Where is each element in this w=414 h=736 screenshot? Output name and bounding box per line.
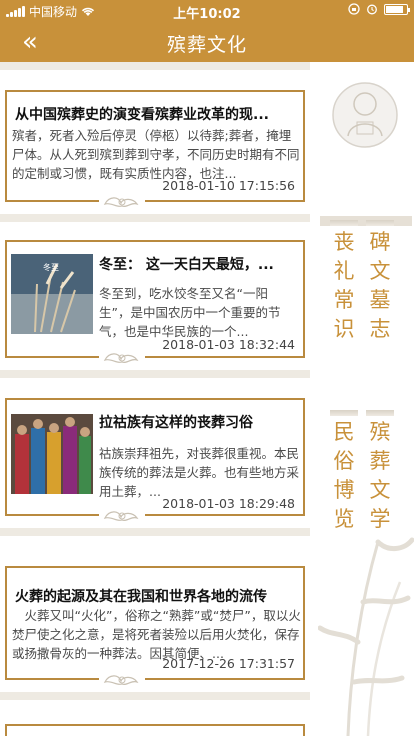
article-title: 从中国殡葬史的演变看殡葬业改革的现... [15, 107, 269, 123]
thumbnail-caption: 冬至 [43, 262, 59, 272]
article-thumbnail: 冬至 [11, 254, 93, 334]
side-menu-item[interactable]: 民俗博览 [330, 410, 358, 534]
cloud-ornament-icon [99, 190, 145, 214]
cloud-ornament-icon [99, 668, 145, 692]
article-title: 拉祜族有这样的丧葬习俗 [99, 415, 253, 431]
divider [0, 370, 310, 378]
article-summary: 祜族崇拜祖先，对丧葬很重视。本民族传统的葬法是火葬。也有些地方采用土葬，... [99, 446, 299, 499]
page-title: 殡葬文化 [166, 34, 247, 56]
divider [0, 528, 310, 536]
bamboo-decoration-icon [318, 537, 414, 736]
side-menu-item[interactable]: 殡葬文学 [366, 410, 394, 534]
article-time: 2017-12-26 17:31:57 [162, 656, 295, 671]
divider [0, 62, 310, 70]
article-title: 冬至： 这一天白天最短，... [99, 257, 274, 273]
side-menu-item[interactable]: 碑文墓志 [366, 220, 394, 344]
article-card[interactable]: 冬至 冬至： 这一天白天最短，... 冬至到，吃水饺冬至又名“一阳生”，是中国农… [5, 240, 305, 370]
article-summary: 火葬又叫“火化”，俗称之“熟葬”或“焚尸”，取以火焚尸使之化之意，是将死者装殓以… [12, 608, 301, 661]
navigation-bar: 中国移动 上午10:02 « 殡葬文化 [0, 0, 414, 62]
article-card[interactable]: 火葬的起源及其在我国和世界各地的流传 火葬又叫“火化”，俗称之“熟葬”或“焚尸”… [5, 566, 305, 692]
mascot-logo-icon [332, 82, 398, 148]
cloud-ornament-icon [99, 504, 145, 528]
status-bar: 中国移动 上午10:02 [0, 0, 414, 22]
article-card[interactable]: 从中国殡葬史的演变看殡葬业改革的现... 殡者，死者入殓后停灵（停柩）以待葬;葬… [5, 90, 305, 214]
lock-rotation-icon [348, 3, 360, 15]
article-summary: 殡者，死者入殓后停灵（停柩）以待葬;葬者，掩埋尸体。从人死到殡到葬到守孝，不同历… [12, 128, 300, 181]
divider [0, 214, 310, 222]
article-title: 火葬的起源及其在我国和世界各地的流传 [15, 589, 267, 605]
divider [0, 692, 310, 700]
article-time: 2018-01-03 18:29:48 [162, 496, 295, 511]
article-summary: 冬至到，吃水饺冬至又名“一阳生”，是中国农历中一个重要的节气，也是中华民族的一个… [99, 286, 281, 339]
article-time: 2018-01-03 18:32:44 [162, 337, 295, 352]
article-card[interactable]: 拉祜族有这样的丧葬习俗 祜族崇拜祖先，对丧葬很重视。本民族传统的葬法是火葬。也有… [5, 398, 305, 528]
article-thumbnail [11, 414, 93, 494]
article-time: 2018-01-10 17:15:56 [162, 178, 295, 193]
category-sidebar: 碑文墓志 丧礼常识 殡葬文学 民俗博览 [318, 62, 414, 736]
alarm-icon [367, 4, 377, 15]
article-card[interactable] [5, 724, 305, 736]
cloud-ornament-icon [99, 346, 145, 370]
side-menu-item[interactable]: 丧礼常识 [330, 220, 358, 344]
battery-icon [384, 3, 410, 15]
